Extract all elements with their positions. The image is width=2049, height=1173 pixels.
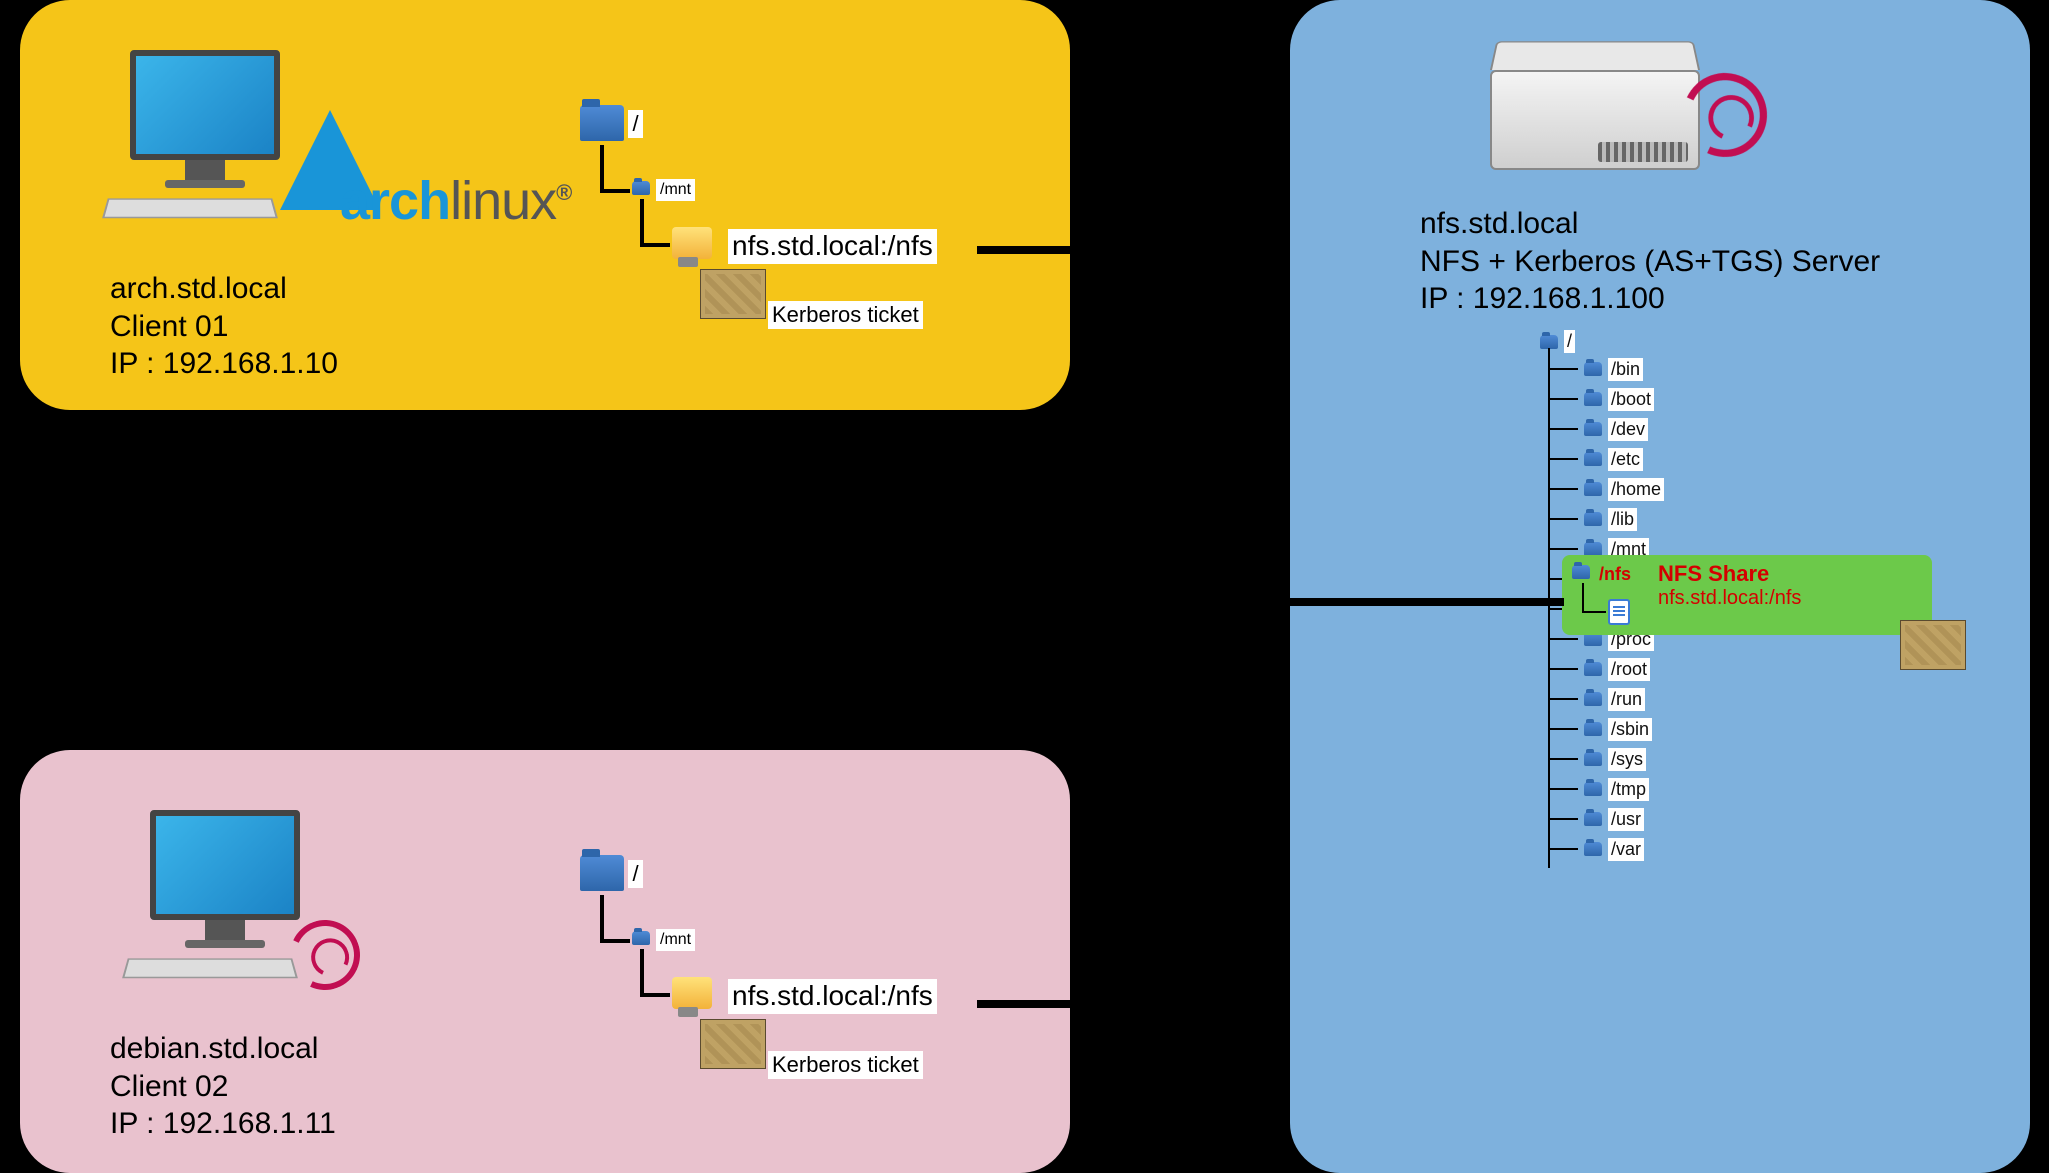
- nfs-share-highlight: /nfs NFS Share nfs.std.local:/nfs: [1562, 555, 1932, 635]
- client1-mount-target: nfs.std.local:/nfs: [728, 229, 937, 264]
- fs-dir-row: /run: [1548, 684, 1664, 714]
- fs-dir-row: /boot: [1548, 384, 1664, 414]
- folder-icon: [580, 855, 624, 891]
- folder-icon: [1584, 842, 1602, 856]
- fs-dir-row: /lib: [1548, 504, 1664, 534]
- client1-ticket-label: Kerberos ticket: [768, 301, 923, 329]
- folder-icon: [1584, 692, 1602, 706]
- server-fs-tree: / /bin/boot/dev/etc/home/lib/mnt/opt/pro…: [1540, 330, 1575, 353]
- folder-icon: [1584, 542, 1602, 556]
- connector-line: [1189, 598, 1564, 606]
- client1-info: arch.std.local Client 01 IP : 192.168.1.…: [110, 270, 338, 383]
- archlinux-wordmark: archlinux®: [340, 170, 571, 232]
- folder-icon: [632, 931, 650, 945]
- fs-dir-label: /etc: [1608, 448, 1643, 471]
- folder-icon: [580, 105, 624, 141]
- fs-dir-row: /tmp: [1548, 774, 1664, 804]
- fs-dir-row: /sbin: [1548, 714, 1664, 744]
- server-ip: IP : 192.168.1.100: [1420, 280, 1880, 318]
- fs-dir-label: /home: [1608, 478, 1664, 501]
- folder-icon: [1540, 335, 1558, 349]
- fs-dir-row: /usr: [1548, 804, 1664, 834]
- fs-dir-row: /home: [1548, 474, 1664, 504]
- mnt-label: /mnt: [656, 929, 695, 951]
- fs-dir-label: /dev: [1608, 418, 1648, 441]
- nfs-dir-label: /nfs: [1596, 563, 1634, 586]
- fs-dir-label: /tmp: [1608, 778, 1649, 801]
- fs-dir-label: /boot: [1608, 388, 1654, 411]
- fs-dir-label: /root: [1608, 658, 1650, 681]
- server-panel: nfs.std.local NFS + Kerberos (AS+TGS) Se…: [1290, 0, 2030, 1173]
- folder-icon: [1572, 565, 1590, 584]
- fs-dir-row: /dev: [1548, 414, 1664, 444]
- client2-mount-target: nfs.std.local:/nfs: [728, 979, 937, 1014]
- client1-mount-tree: / /mnt nfs.std.local:/nfs Kerberos ticke…: [580, 105, 643, 148]
- nfs-share-title: NFS Share: [1658, 561, 1801, 587]
- connector-line: [1189, 246, 1197, 602]
- server-hostname: nfs.std.local: [1420, 205, 1880, 243]
- network-folder-icon: [672, 977, 712, 1009]
- server-hardware-icon: [1490, 30, 1700, 170]
- connector-line: [977, 1000, 1197, 1008]
- root-label: /: [628, 860, 642, 888]
- folder-icon: [1584, 482, 1602, 496]
- folder-icon: [632, 181, 650, 195]
- kerberos-ticket-icon: [700, 1019, 766, 1069]
- folder-icon: [1584, 422, 1602, 436]
- fs-dir-label: /sys: [1608, 748, 1646, 771]
- fs-root-label: /: [1564, 330, 1575, 353]
- desktop-computer-icon: [130, 50, 280, 222]
- client2-ticket-label: Kerberos ticket: [768, 1051, 923, 1079]
- client2-panel: debian.std.local Client 02 IP : 192.168.…: [20, 750, 1070, 1173]
- fs-dir-label: /var: [1608, 838, 1644, 861]
- connector-line: [977, 246, 1197, 254]
- folder-icon: [1584, 752, 1602, 766]
- client1-ip: IP : 192.168.1.10: [110, 345, 338, 383]
- folder-icon: [1584, 722, 1602, 736]
- client1-hostname: arch.std.local: [110, 270, 338, 308]
- kerberos-ticket-icon: [700, 269, 766, 319]
- nfs-share-path: nfs.std.local:/nfs: [1658, 587, 1801, 610]
- fs-dir-row: /var: [1548, 834, 1664, 864]
- desktop-computer-icon: [150, 810, 300, 982]
- fs-dir-label: /lib: [1608, 508, 1637, 531]
- fs-dir-label: /sbin: [1608, 718, 1652, 741]
- client2-info: debian.std.local Client 02 IP : 192.168.…: [110, 1030, 336, 1143]
- fs-dir-row: /bin: [1548, 354, 1664, 384]
- folder-icon: [1584, 812, 1602, 826]
- client1-panel: archlinux® arch.std.local Client 01 IP :…: [20, 0, 1070, 410]
- client2-role: Client 02: [110, 1068, 336, 1106]
- root-label: /: [628, 110, 642, 138]
- folder-icon: [1584, 392, 1602, 406]
- folder-icon: [1584, 782, 1602, 796]
- connector-line: [1189, 602, 1197, 1008]
- network-folder-icon: [672, 227, 712, 259]
- folder-icon: [1584, 452, 1602, 466]
- client1-role: Client 01: [110, 308, 338, 346]
- fs-dir-label: /bin: [1608, 358, 1643, 381]
- client2-mount-tree: / /mnt nfs.std.local:/nfs Kerberos ticke…: [580, 855, 643, 898]
- folder-icon: [1584, 662, 1602, 676]
- fs-dir-row: /sys: [1548, 744, 1664, 774]
- fs-dir-label: /run: [1608, 688, 1645, 711]
- fs-dir-row: /etc: [1548, 444, 1664, 474]
- folder-icon: [1584, 512, 1602, 526]
- file-icon: [1608, 599, 1630, 625]
- server-role: NFS + Kerberos (AS+TGS) Server: [1420, 243, 1880, 281]
- fs-dir-row: /root: [1548, 654, 1664, 684]
- server-info: nfs.std.local NFS + Kerberos (AS+TGS) Se…: [1420, 205, 1880, 318]
- client2-hostname: debian.std.local: [110, 1030, 336, 1068]
- fs-dir-label: /usr: [1608, 808, 1644, 831]
- client2-ip: IP : 192.168.1.11: [110, 1105, 336, 1143]
- folder-icon: [1584, 362, 1602, 376]
- mnt-label: /mnt: [656, 179, 695, 201]
- kerberos-ticket-icon: [1900, 620, 1966, 670]
